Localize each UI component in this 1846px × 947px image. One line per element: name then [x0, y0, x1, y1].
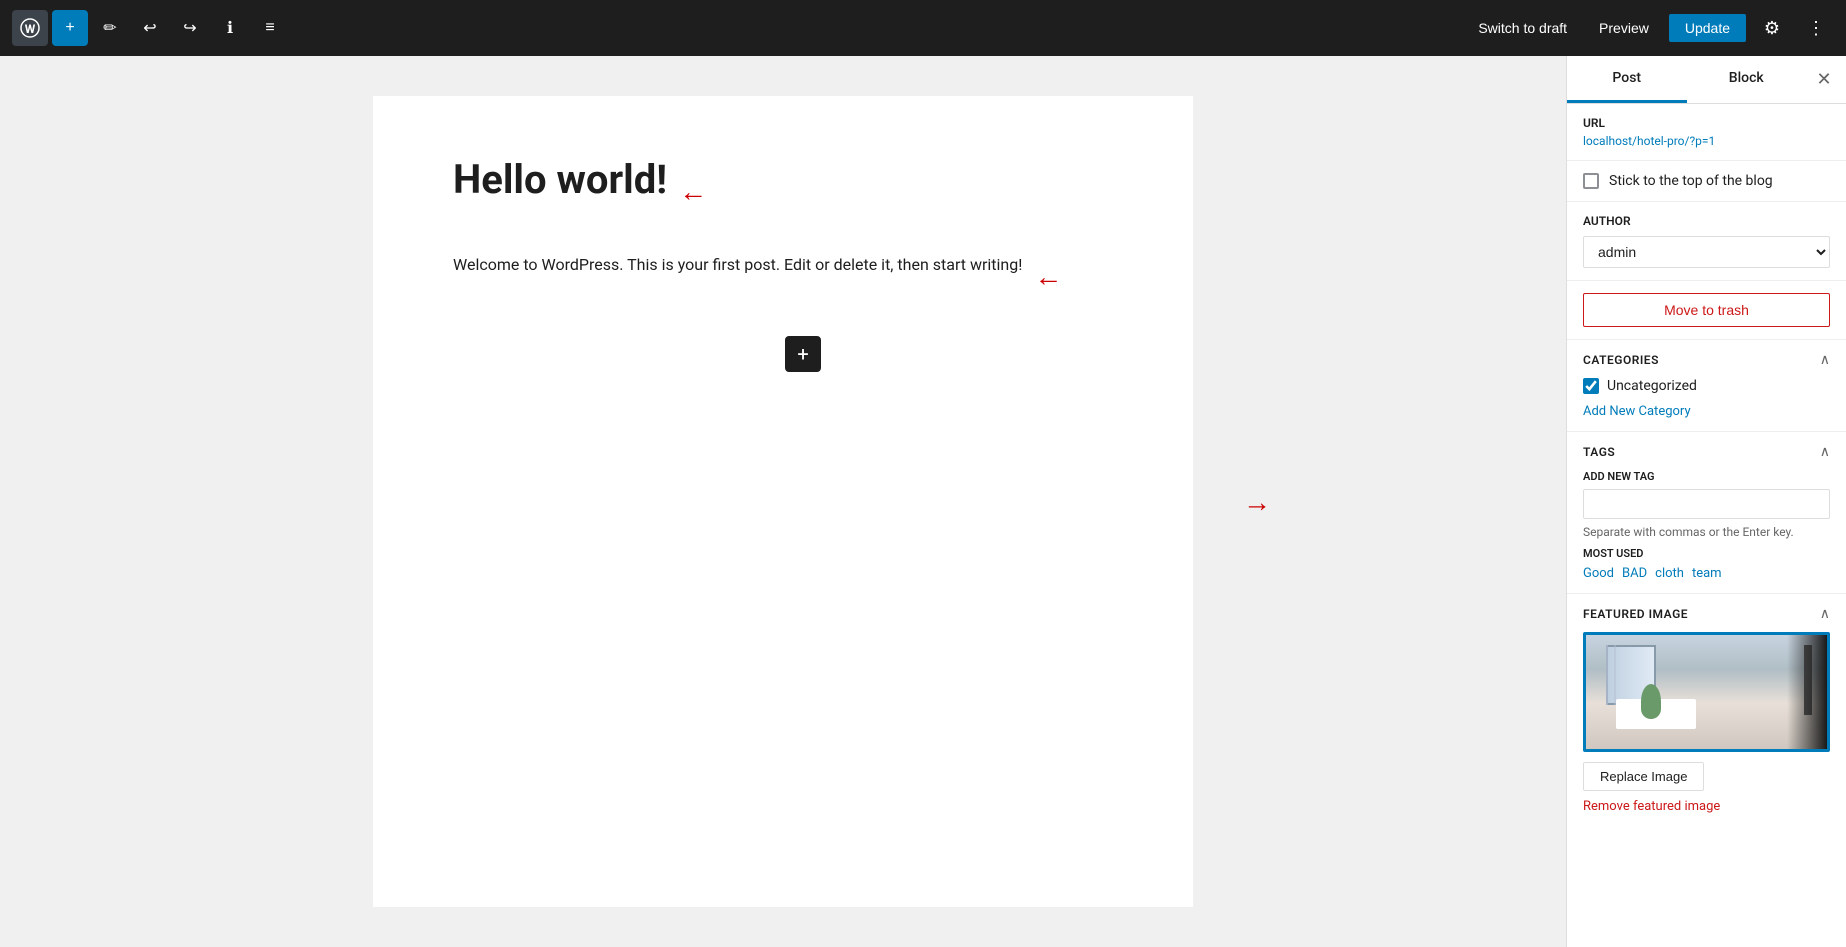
- redo-icon: ↪: [183, 18, 196, 38]
- tab-block[interactable]: Block: [1687, 56, 1807, 103]
- categories-section: Categories ∧ Uncategorized Add New Categ…: [1567, 340, 1846, 432]
- edit-button[interactable]: ✏: [92, 10, 128, 46]
- post-body[interactable]: Welcome to WordPress. This is your first…: [453, 252, 1022, 278]
- tag-hint: Separate with commas or the Enter key.: [1583, 525, 1830, 539]
- author-select[interactable]: admin: [1583, 236, 1830, 268]
- url-label: URL: [1583, 116, 1830, 130]
- tag-links: Good BAD cloth team: [1583, 566, 1830, 581]
- redo-button[interactable]: ↪: [172, 10, 208, 46]
- plus-icon: +: [65, 19, 74, 37]
- settings-icon: ⚙: [1764, 18, 1780, 39]
- uncategorized-label: Uncategorized: [1607, 378, 1697, 394]
- undo-button[interactable]: ↩: [132, 10, 168, 46]
- most-used-label: MOST USED: [1583, 547, 1830, 560]
- uncategorized-checkbox[interactable]: [1583, 378, 1599, 394]
- tags-chevron-icon[interactable]: ∧: [1820, 444, 1830, 460]
- panel-tabs: Post Block ✕: [1567, 56, 1846, 104]
- list-view-icon: ≡: [265, 19, 274, 37]
- settings-button[interactable]: ⚙: [1754, 10, 1790, 46]
- more-icon: ⋮: [1807, 18, 1825, 39]
- url-value[interactable]: localhost/hotel-pro/?p=1: [1583, 134, 1830, 148]
- info-button[interactable]: ℹ: [212, 10, 248, 46]
- sidebar-panel: Post Block ✕ URL localhost/hotel-pro/?p=…: [1566, 56, 1846, 947]
- tag-link-cloth[interactable]: cloth: [1655, 566, 1684, 581]
- dark-side: [1787, 635, 1827, 749]
- wp-logo-icon: W: [20, 18, 40, 38]
- trash-section: Move to trash: [1567, 281, 1846, 340]
- curtain-line-1: [1606, 645, 1608, 705]
- add-new-category-link[interactable]: Add New Category: [1583, 404, 1691, 419]
- info-icon: ℹ: [227, 18, 233, 38]
- tag-input[interactable]: [1583, 489, 1830, 519]
- close-icon: ✕: [1816, 69, 1831, 90]
- tags-title: Tags: [1583, 445, 1615, 459]
- url-section: URL localhost/hotel-pro/?p=1: [1567, 104, 1846, 161]
- add-block-row: +: [453, 326, 1113, 382]
- curtain-line-2: [1614, 645, 1616, 705]
- categories-header: Categories ∧: [1583, 352, 1830, 368]
- featured-image-chevron-icon[interactable]: ∧: [1820, 606, 1830, 622]
- move-to-trash-button[interactable]: Move to trash: [1583, 293, 1830, 327]
- category-item: Uncategorized: [1583, 378, 1830, 394]
- stick-to-top-label: Stick to the top of the blog: [1609, 173, 1773, 189]
- featured-image-section: Featured image ∧ Replace Image: [1567, 594, 1846, 826]
- update-button[interactable]: Update: [1669, 14, 1746, 42]
- editor-content: Hello world! ← Welcome to WordPress. Thi…: [373, 96, 1193, 907]
- add-new-tag-label: ADD NEW TAG: [1583, 470, 1830, 483]
- svg-text:W: W: [25, 22, 36, 36]
- featured-image: [1586, 635, 1827, 749]
- author-section: AUTHOR admin: [1567, 202, 1846, 281]
- undo-icon: ↩: [143, 18, 156, 38]
- body-row: Welcome to WordPress. This is your first…: [453, 252, 1113, 302]
- tags-section: Tags ∧ ADD NEW TAG Separate with commas …: [1567, 432, 1846, 594]
- more-options-button[interactable]: ⋮: [1798, 10, 1834, 46]
- list-view-button[interactable]: ≡: [252, 10, 288, 46]
- remove-featured-image-link[interactable]: Remove featured image: [1583, 799, 1830, 814]
- featured-image-title: Featured image: [1583, 607, 1688, 621]
- toolbar-right: Switch to draft Preview Update ⚙ ⋮: [1466, 10, 1834, 46]
- tag-link-team[interactable]: team: [1692, 566, 1722, 581]
- categories-chevron-icon[interactable]: ∧: [1820, 352, 1830, 368]
- main-layout: Hello world! ← Welcome to WordPress. Thi…: [0, 56, 1846, 947]
- editor-area: Hello world! ← Welcome to WordPress. Thi…: [0, 56, 1566, 947]
- add-block-button[interactable]: +: [785, 336, 821, 372]
- edit-icon: ✏: [103, 18, 116, 38]
- categories-title: Categories: [1583, 353, 1659, 367]
- replace-image-button[interactable]: Replace Image: [1583, 762, 1704, 791]
- add-block-toolbar-button[interactable]: +: [52, 10, 88, 46]
- featured-image-header: Featured image ∧: [1583, 606, 1830, 622]
- tag-link-bad[interactable]: BAD: [1622, 566, 1647, 581]
- author-label: AUTHOR: [1583, 214, 1830, 228]
- featured-image-container[interactable]: [1583, 632, 1830, 752]
- room-plant: [1641, 684, 1661, 719]
- stick-to-top-checkbox[interactable]: [1583, 173, 1599, 189]
- body-arrow-icon: ←: [1034, 263, 1062, 291]
- stick-to-top-row: Stick to the top of the blog: [1567, 161, 1846, 202]
- tag-link-good[interactable]: Good: [1583, 566, 1614, 581]
- toolbar: W + ✏ ↩ ↪ ℹ ≡ Switch to draft Preview Up…: [0, 0, 1846, 56]
- tags-header: Tags ∧: [1583, 444, 1830, 460]
- sidebar-arrow-icon: →: [1243, 485, 1271, 518]
- panel-close-button[interactable]: ✕: [1806, 62, 1842, 98]
- preview-button[interactable]: Preview: [1587, 14, 1661, 42]
- post-title[interactable]: Hello world!: [453, 156, 667, 204]
- wp-logo-button[interactable]: W: [12, 10, 48, 46]
- toolbar-left: W + ✏ ↩ ↪ ℹ ≡: [12, 10, 1462, 46]
- switch-to-draft-button[interactable]: Switch to draft: [1466, 14, 1579, 42]
- title-arrow-icon: ←: [679, 178, 707, 206]
- title-row: Hello world! ←: [453, 156, 1113, 228]
- tab-post[interactable]: Post: [1567, 56, 1687, 103]
- add-block-icon: +: [797, 342, 808, 366]
